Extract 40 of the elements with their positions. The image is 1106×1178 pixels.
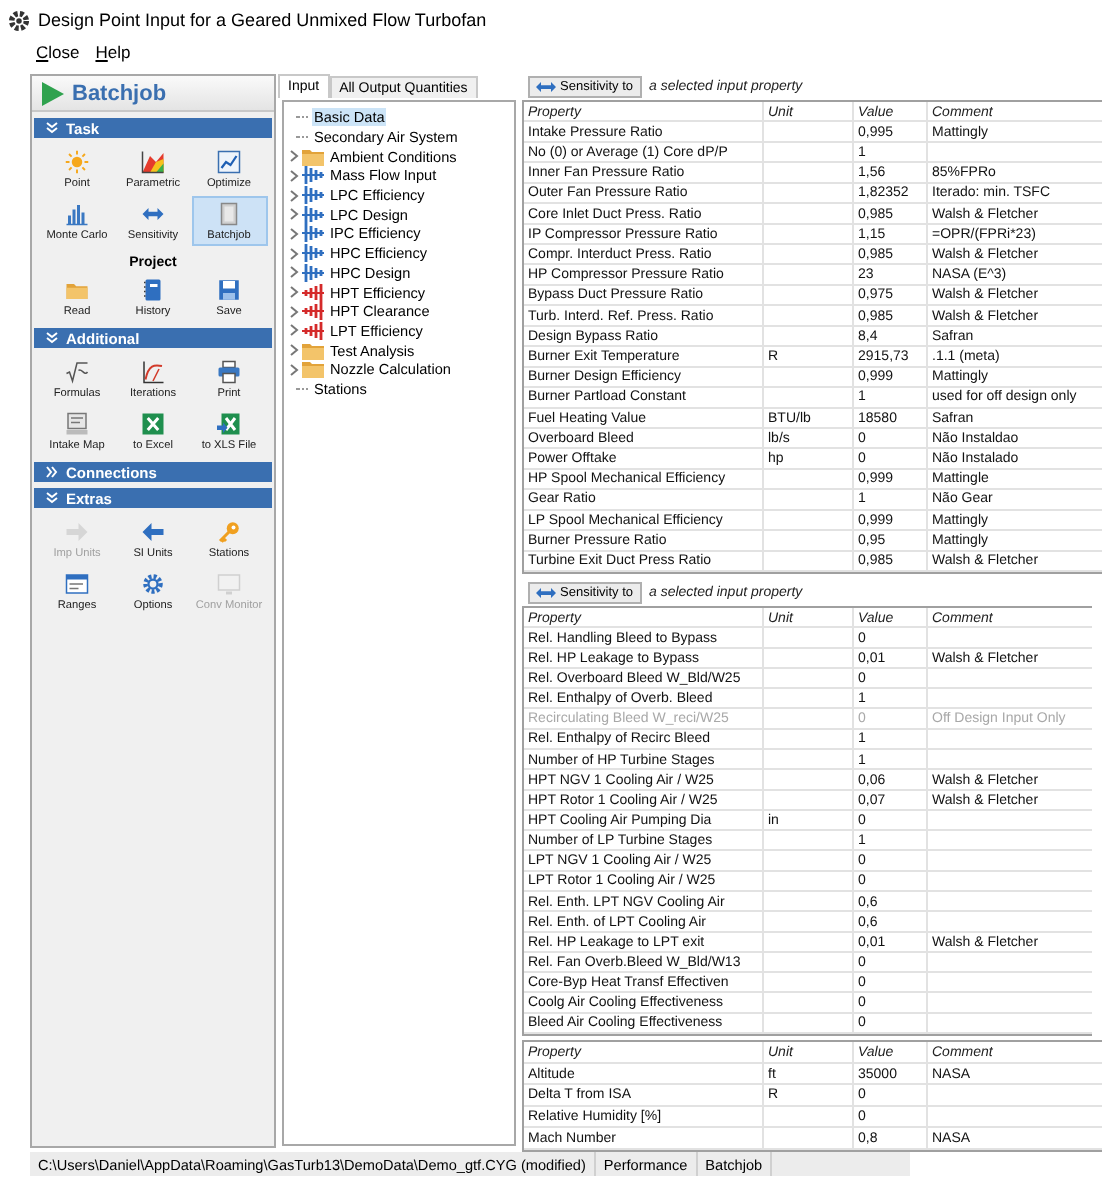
map-icon xyxy=(64,412,90,436)
blade-row-icon xyxy=(302,205,324,224)
window-title: Design Point Input for a Geared Unmixed Flow Turbofan xyxy=(38,10,487,30)
square-root-icon xyxy=(64,360,90,384)
double-arrow-icon xyxy=(140,202,166,226)
key-icon xyxy=(216,520,242,544)
blade-row-icon xyxy=(302,186,324,205)
blade-row-icon xyxy=(302,166,324,185)
spreadsheet-icon xyxy=(140,412,166,436)
batchjob-header[interactable]: Batchjob xyxy=(32,76,274,112)
gear-icon xyxy=(8,9,30,31)
print-icon xyxy=(216,360,242,384)
folder-icon xyxy=(302,147,324,166)
double-arrow-icon xyxy=(536,80,556,94)
save-icon xyxy=(216,278,242,302)
monitor-icon xyxy=(216,572,242,596)
histogram-icon xyxy=(64,202,90,226)
folder-icon xyxy=(302,341,324,360)
gear-icon xyxy=(140,572,166,596)
blade-row-icon xyxy=(302,321,324,340)
blade-row-icon xyxy=(302,224,324,243)
menu-item[interactable]: Close xyxy=(36,42,80,62)
window-icon xyxy=(64,572,90,596)
folder-icon xyxy=(302,360,324,379)
curve-icon xyxy=(140,360,166,384)
menu-item[interactable]: Help xyxy=(95,42,131,62)
line-chart-icon xyxy=(216,150,242,174)
double-arrow-icon xyxy=(536,586,556,600)
sun-icon xyxy=(64,150,90,174)
blade-row-icon xyxy=(302,263,324,282)
document-icon xyxy=(216,202,242,226)
blade-row-icon xyxy=(302,283,324,302)
folder-icon xyxy=(64,278,90,302)
arrow-right-icon xyxy=(64,520,90,544)
arrow-left-icon xyxy=(140,520,166,544)
area-chart-icon xyxy=(140,150,166,174)
blade-row-icon xyxy=(302,302,324,321)
notebook-icon xyxy=(140,278,166,302)
blade-row-icon xyxy=(302,244,324,263)
play-icon xyxy=(40,81,64,105)
